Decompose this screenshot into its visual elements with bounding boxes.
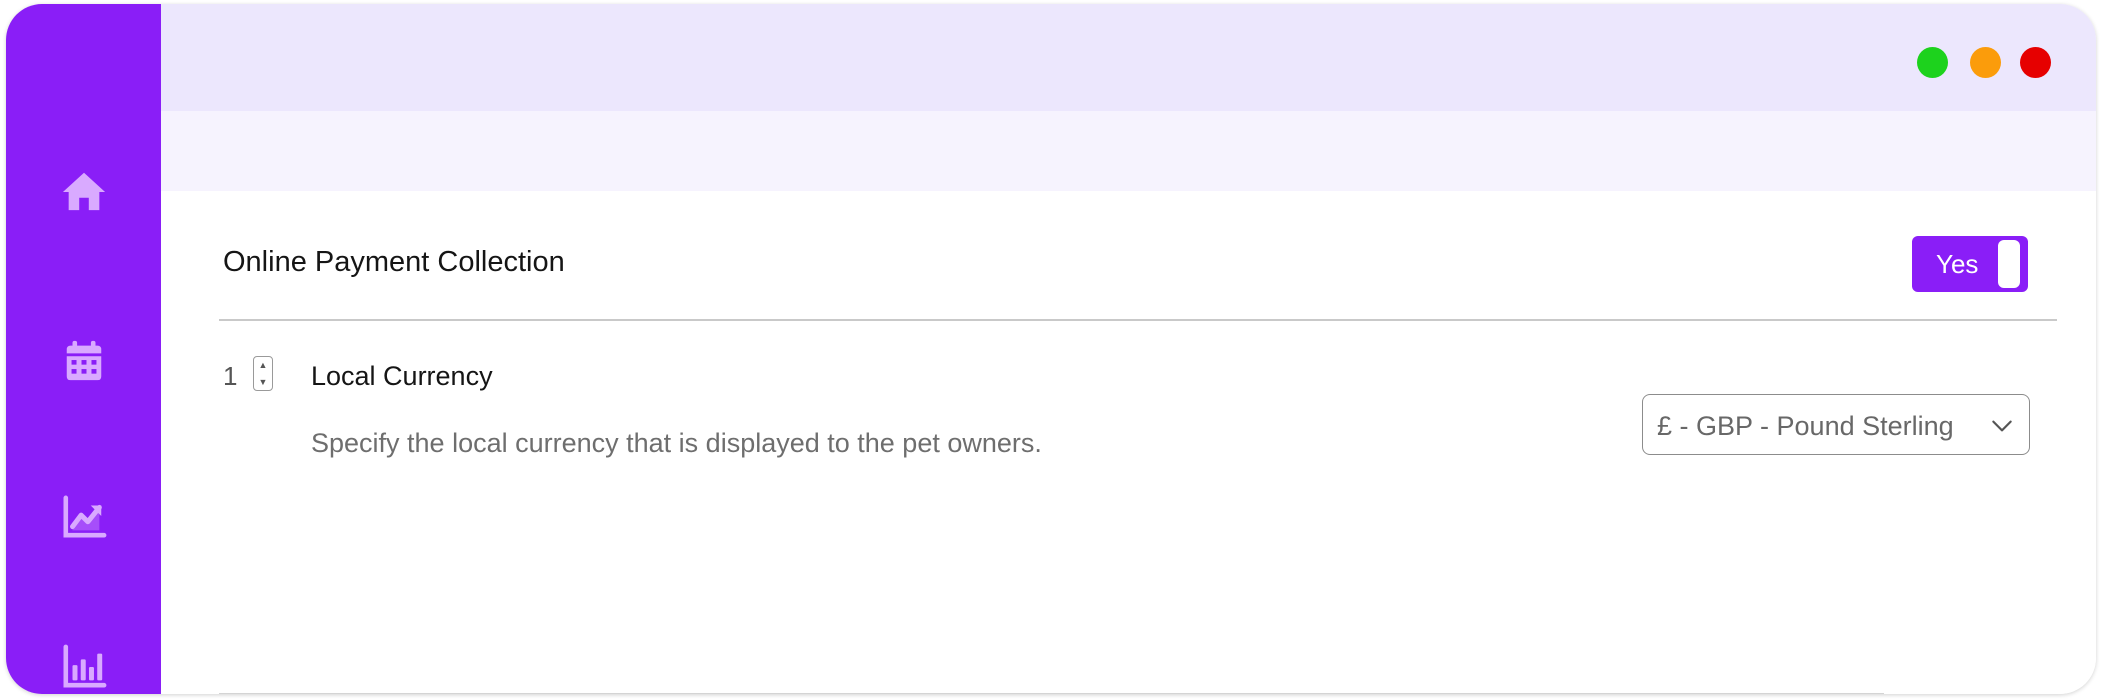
toggle-label: Yes	[1936, 249, 1979, 279]
app-window: Online Payment Collection Yes 1 ▲ ▼ Loca…	[6, 4, 2096, 694]
line-chart-icon	[63, 495, 107, 538]
sidebar	[6, 4, 161, 694]
settings-panel: Online Payment Collection Yes 1 ▲ ▼ Loca…	[161, 191, 2096, 694]
chevron-down-icon	[1992, 420, 2012, 432]
section-divider	[219, 319, 2057, 321]
sidebar-item-trends[interactable]	[61, 494, 107, 540]
sidebar-item-reports[interactable]	[61, 644, 107, 690]
section-title: Online Payment Collection	[223, 246, 565, 278]
stepper-up-icon[interactable]: ▲	[254, 357, 272, 373]
close-button[interactable]	[2020, 47, 2051, 78]
calendar-icon	[66, 340, 102, 381]
stepper-down-icon[interactable]: ▼	[254, 374, 272, 390]
minimize-button[interactable]	[1970, 47, 2001, 78]
top-bar	[161, 4, 2096, 111]
setting-title: Local Currency	[311, 361, 493, 391]
row-divider	[219, 693, 1884, 694]
home-icon	[62, 172, 106, 211]
sidebar-item-calendar[interactable]	[61, 338, 107, 384]
toggle-knob	[1998, 240, 2020, 288]
sidebar-item-home[interactable]	[61, 168, 107, 214]
currency-select-value: £ - GBP - Pound Sterling	[1657, 411, 1954, 441]
payment-collection-toggle[interactable]: Yes	[1912, 236, 2028, 292]
currency-select[interactable]: £ - GBP - Pound Sterling	[1642, 394, 2030, 455]
sub-header	[161, 111, 2096, 191]
bar-chart-icon	[63, 644, 107, 688]
row-number: 1	[223, 361, 238, 391]
row-order-stepper[interactable]: ▲ ▼	[253, 356, 273, 391]
maximize-button[interactable]	[1917, 47, 1948, 78]
setting-description: Specify the local currency that is displ…	[311, 428, 1042, 458]
